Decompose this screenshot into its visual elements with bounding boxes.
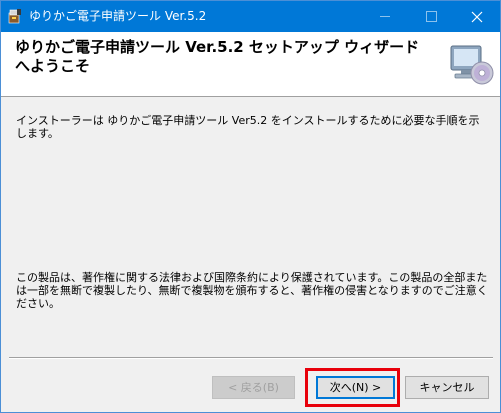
setup-wizard-window: ゆりかご電子申請ツール Ver.5.2 ゆりかご電子申請ツール Ver.5.2 … [0,0,501,413]
close-button[interactable] [454,1,500,32]
next-button[interactable]: 次へ(N) > [316,376,395,399]
maximize-button[interactable] [408,1,454,32]
wizard-header: ゆりかご電子申請ツール Ver.5.2 セットアップ ウィザードへようこそ [1,32,500,97]
copyright-notice: この製品は、著作権に関する法律および国際条約により保護されています。この製品の全… [16,271,488,310]
cancel-button[interactable]: キャンセル [405,376,489,399]
minimize-icon [380,16,390,17]
intro-text: インストーラーは ゆりかご電子申請ツール Ver5.2 をインストールするために… [16,114,480,140]
setup-computer-cd-icon [447,40,495,88]
title-bar[interactable]: ゆりかご電子申請ツール Ver.5.2 [1,1,500,32]
maximize-icon [425,11,437,22]
installer-icon [7,8,23,24]
separator [9,357,493,359]
back-button[interactable]: < 戻る(B) [212,376,295,399]
wizard-title: ゆりかご電子申請ツール Ver.5.2 セットアップ ウィザードへようこそ [15,38,420,75]
close-icon [471,11,483,22]
minimize-button[interactable] [362,1,408,32]
window-title: ゆりかご電子申請ツール Ver.5.2 [29,9,207,23]
